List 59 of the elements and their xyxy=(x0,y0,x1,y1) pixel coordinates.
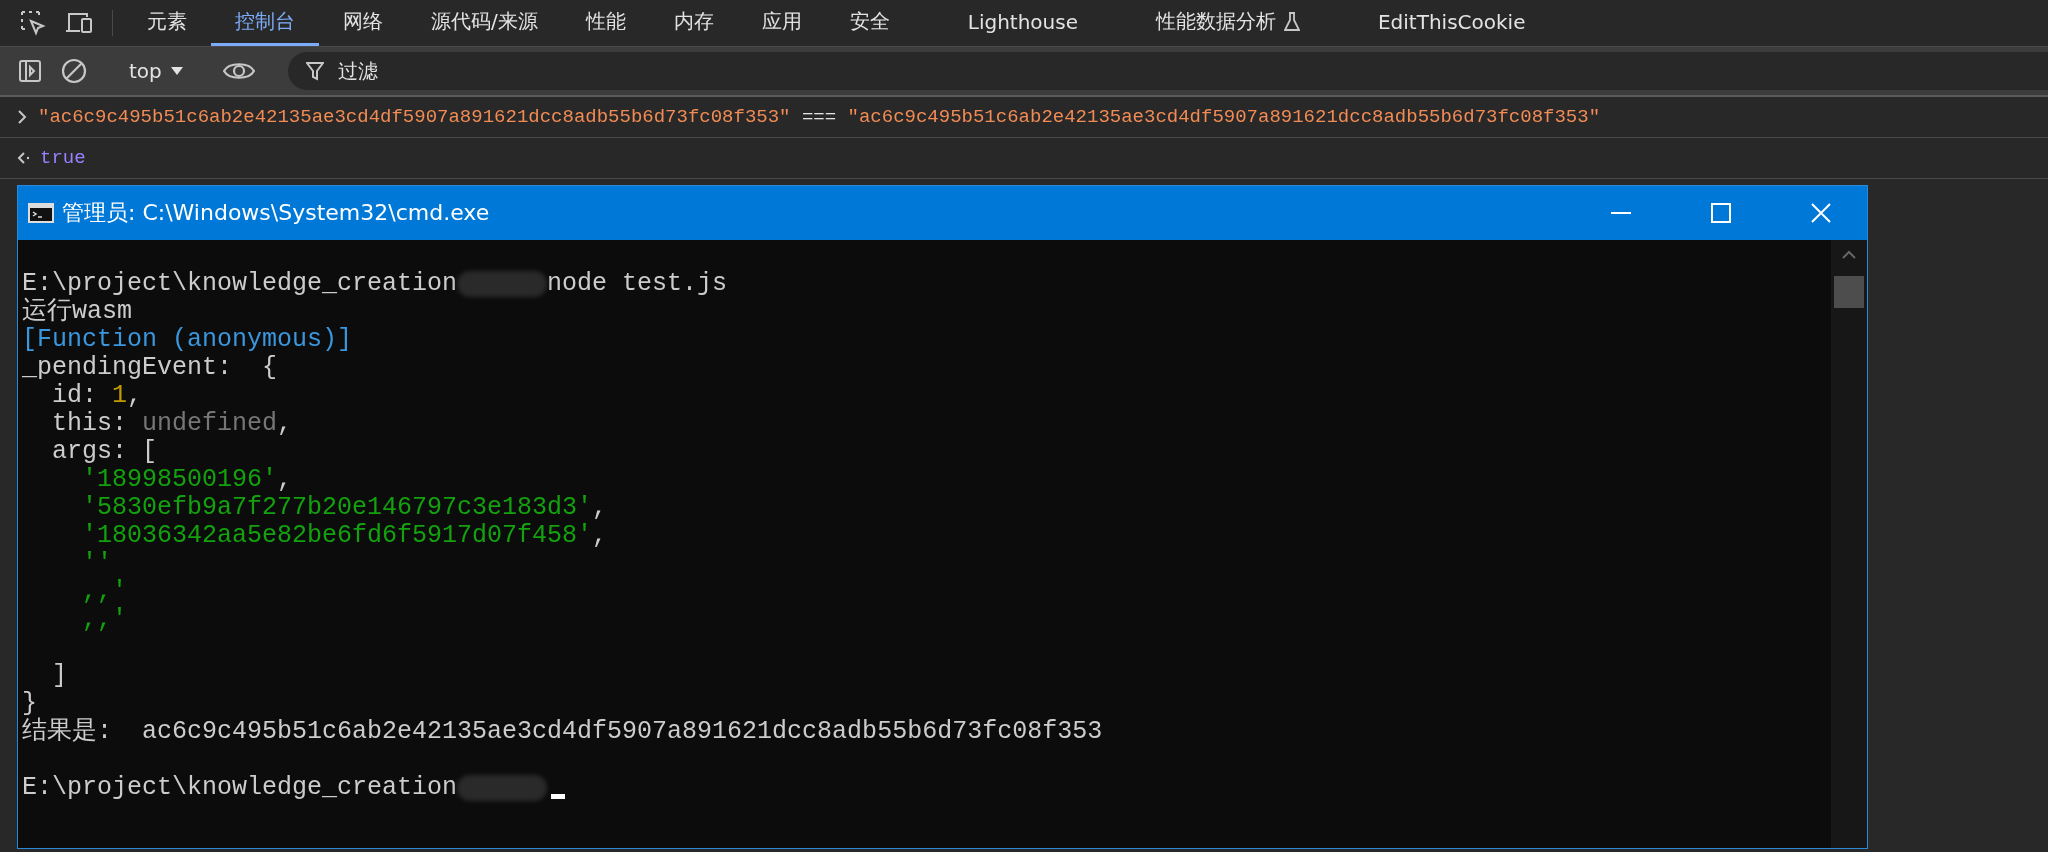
console-text: '18036342aa5e82be6fd6f5917d07f458' xyxy=(81,522,593,550)
console-text: id: xyxy=(51,382,98,410)
devtools-tab[interactable]: EditThisCookie xyxy=(1354,0,1550,46)
console-text: ] xyxy=(51,662,67,690)
console-text: node test.js xyxy=(547,270,728,298)
console-text: , xyxy=(277,466,293,494)
text-cursor xyxy=(551,794,566,799)
filter-icon xyxy=(305,61,324,81)
devtools-tab[interactable]: 网络 xyxy=(319,0,407,46)
chevron-up-icon[interactable] xyxy=(1841,250,1857,260)
maximize-icon xyxy=(1711,203,1731,223)
console-text: undefined xyxy=(142,410,278,438)
console-text: ,,' xyxy=(81,606,128,634)
console-text: "ac6c9c495b51c6ab2e42135ae3cd4df5907a891621dcc8adb55b6d73fc08f353" xyxy=(847,106,1601,128)
console-text: this: xyxy=(51,410,129,438)
devtools-tab[interactable]: 安全 xyxy=(825,0,914,46)
console-text: , xyxy=(592,494,608,522)
devtools-tab[interactable]: 内存 xyxy=(649,0,738,46)
console-text: [Function (anonymous)] xyxy=(22,326,353,354)
console-text: === xyxy=(800,106,838,128)
eye-icon[interactable] xyxy=(222,60,255,82)
console-text: 运行wasm xyxy=(22,298,132,326)
sidebar-icon[interactable] xyxy=(18,59,42,83)
console-text: , xyxy=(127,382,143,410)
inspect-icon[interactable] xyxy=(20,10,46,36)
devtools-tab[interactable]: 元素 xyxy=(123,0,211,46)
console-text: ,,' xyxy=(81,578,128,606)
close-icon xyxy=(1811,203,1831,223)
devtools-tab[interactable]: 性能 xyxy=(561,0,650,46)
devtools-tab[interactable]: 源代码/来源 xyxy=(407,0,562,46)
console-text: E:\project\knowledge_creation xyxy=(22,774,458,802)
console-text: E:\project\knowledge_creation xyxy=(22,270,458,298)
devtools-tab[interactable]: Lighthouse xyxy=(943,0,1102,46)
console-text: , xyxy=(277,410,293,438)
console-text: '' xyxy=(81,550,112,578)
console-text: "ac6c9c495b51c6ab2e42135ae3cd4df5907a891621dcc8adb55b6d73fc08f353" xyxy=(38,106,791,128)
console-text: args: [ xyxy=(51,438,158,466)
chevron-right-icon xyxy=(16,109,28,125)
console-text: '18998500196' xyxy=(81,466,278,494)
console-text: } xyxy=(22,690,37,718)
context-selector[interactable]: top xyxy=(117,59,196,83)
console-text: 1 xyxy=(112,382,128,410)
console-text: 结果是: ac6c9c495b51c6ab2e42135ae3cd4df5907a891621dcc8adb55b6d73fc08f353 xyxy=(22,718,1103,746)
scrollbar[interactable] xyxy=(1831,240,1867,848)
devtools-tab[interactable]: 应用 xyxy=(737,0,826,46)
terminal-icon xyxy=(28,203,54,223)
console-text: true xyxy=(40,147,86,169)
clear-icon[interactable] xyxy=(61,58,87,84)
devtools-tab[interactable]: 性能数据分析 xyxy=(1132,0,1324,46)
result-arrow-icon xyxy=(16,150,30,166)
filter-field[interactable]: 过滤 xyxy=(287,52,2048,90)
minimize-icon xyxy=(1611,212,1631,214)
caret-down-icon xyxy=(169,66,184,76)
device-icon[interactable] xyxy=(65,11,93,35)
console-text: _pendingEvent: { xyxy=(22,354,278,382)
scrollbar-thumb[interactable] xyxy=(1834,276,1864,308)
console-text: , xyxy=(592,522,608,550)
window-title: 管理员: C:\Windows\System32\cmd.exe xyxy=(62,199,491,227)
console-text: '5830efb9a7f277b20e146797c3e183d3' xyxy=(81,494,593,522)
